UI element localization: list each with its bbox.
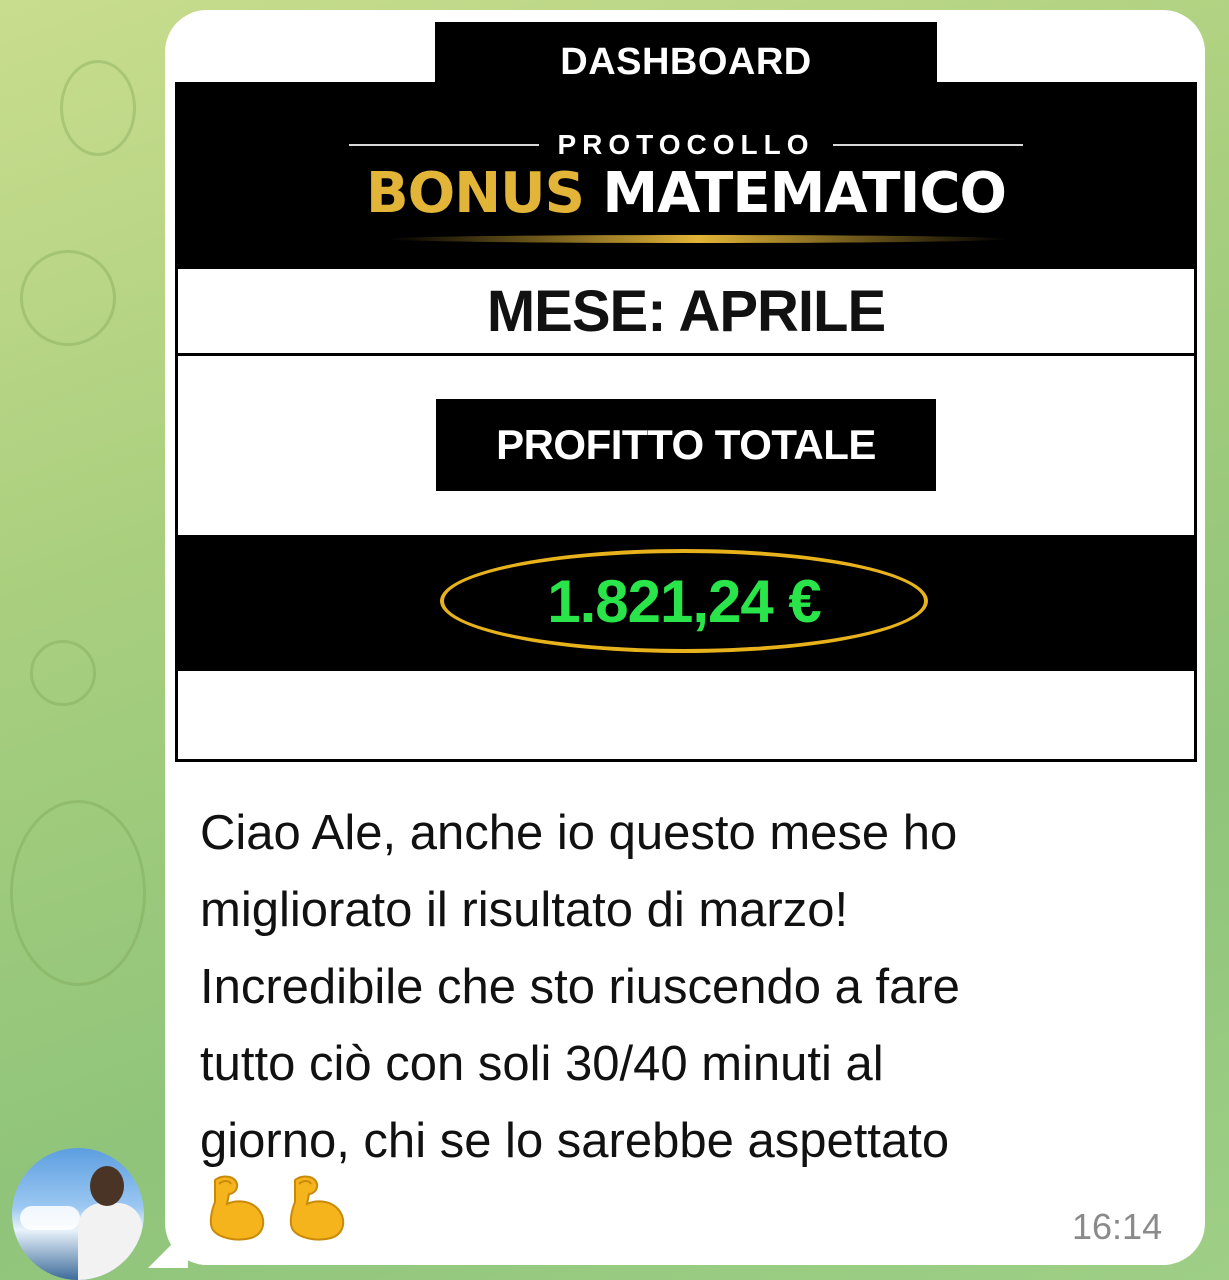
message-timestamp: 16:14	[1072, 1206, 1163, 1247]
avatar-cloud	[20, 1206, 80, 1230]
dashboard-frame: PROTOCOLLO BONUS MATEMATICO MESE: APRILE…	[175, 82, 1197, 762]
logo-protocollo-text: PROTOCOLLO	[557, 129, 815, 160]
profit-total-label: PROFITTO TOTALE	[436, 399, 936, 491]
background-doodle	[30, 640, 96, 706]
flexed-biceps-icon	[209, 1175, 265, 1241]
message-line: Incredibile che sto riuscendo a fare	[200, 960, 960, 1014]
message-line: tutto ciò con soli 30/40 minuti al	[200, 1037, 884, 1091]
logo-line-right	[832, 144, 1023, 146]
dashboard-tab: DASHBOARD	[435, 22, 937, 102]
avatar-person-head	[90, 1166, 124, 1206]
background-doodle	[20, 250, 116, 346]
dashboard-image[interactable]: PROTOCOLLO BONUS MATEMATICO MESE: APRILE…	[175, 18, 1197, 762]
logo-bonus-text: BONUS	[365, 161, 585, 226]
profit-value: 1.821,24 €	[547, 567, 822, 635]
profit-highlight-oval: 1.821,24 €	[440, 549, 928, 653]
background-doodle	[10, 800, 146, 986]
message-text: Ciao Ale, anche io questo mese ho miglio…	[200, 795, 1190, 1180]
message-line: migliorato il risultato di marzo!	[200, 883, 849, 937]
flexed-biceps-icon	[289, 1175, 345, 1241]
logo-banner: PROTOCOLLO BONUS MATEMATICO	[178, 85, 1194, 269]
emoji-row	[205, 1172, 353, 1242]
logo-title: BONUS MATEMATICO	[178, 161, 1194, 226]
sender-avatar[interactable]	[12, 1148, 144, 1280]
month-label: MESE: APRILE	[178, 269, 1194, 356]
avatar-person-body	[78, 1203, 142, 1280]
message-line: Ciao Ale, anche io questo mese ho	[200, 806, 958, 860]
logo-line-left	[349, 144, 540, 146]
logo-matematico-text: MATEMATICO	[602, 161, 1007, 226]
message-line: giorno, chi se lo sarebbe aspettato	[200, 1114, 950, 1168]
logo-protocollo: PROTOCOLLO	[178, 129, 1194, 161]
background-doodle	[60, 60, 136, 156]
logo-swoosh	[388, 235, 1008, 243]
profit-band: 1.821,24 €	[178, 535, 1194, 671]
